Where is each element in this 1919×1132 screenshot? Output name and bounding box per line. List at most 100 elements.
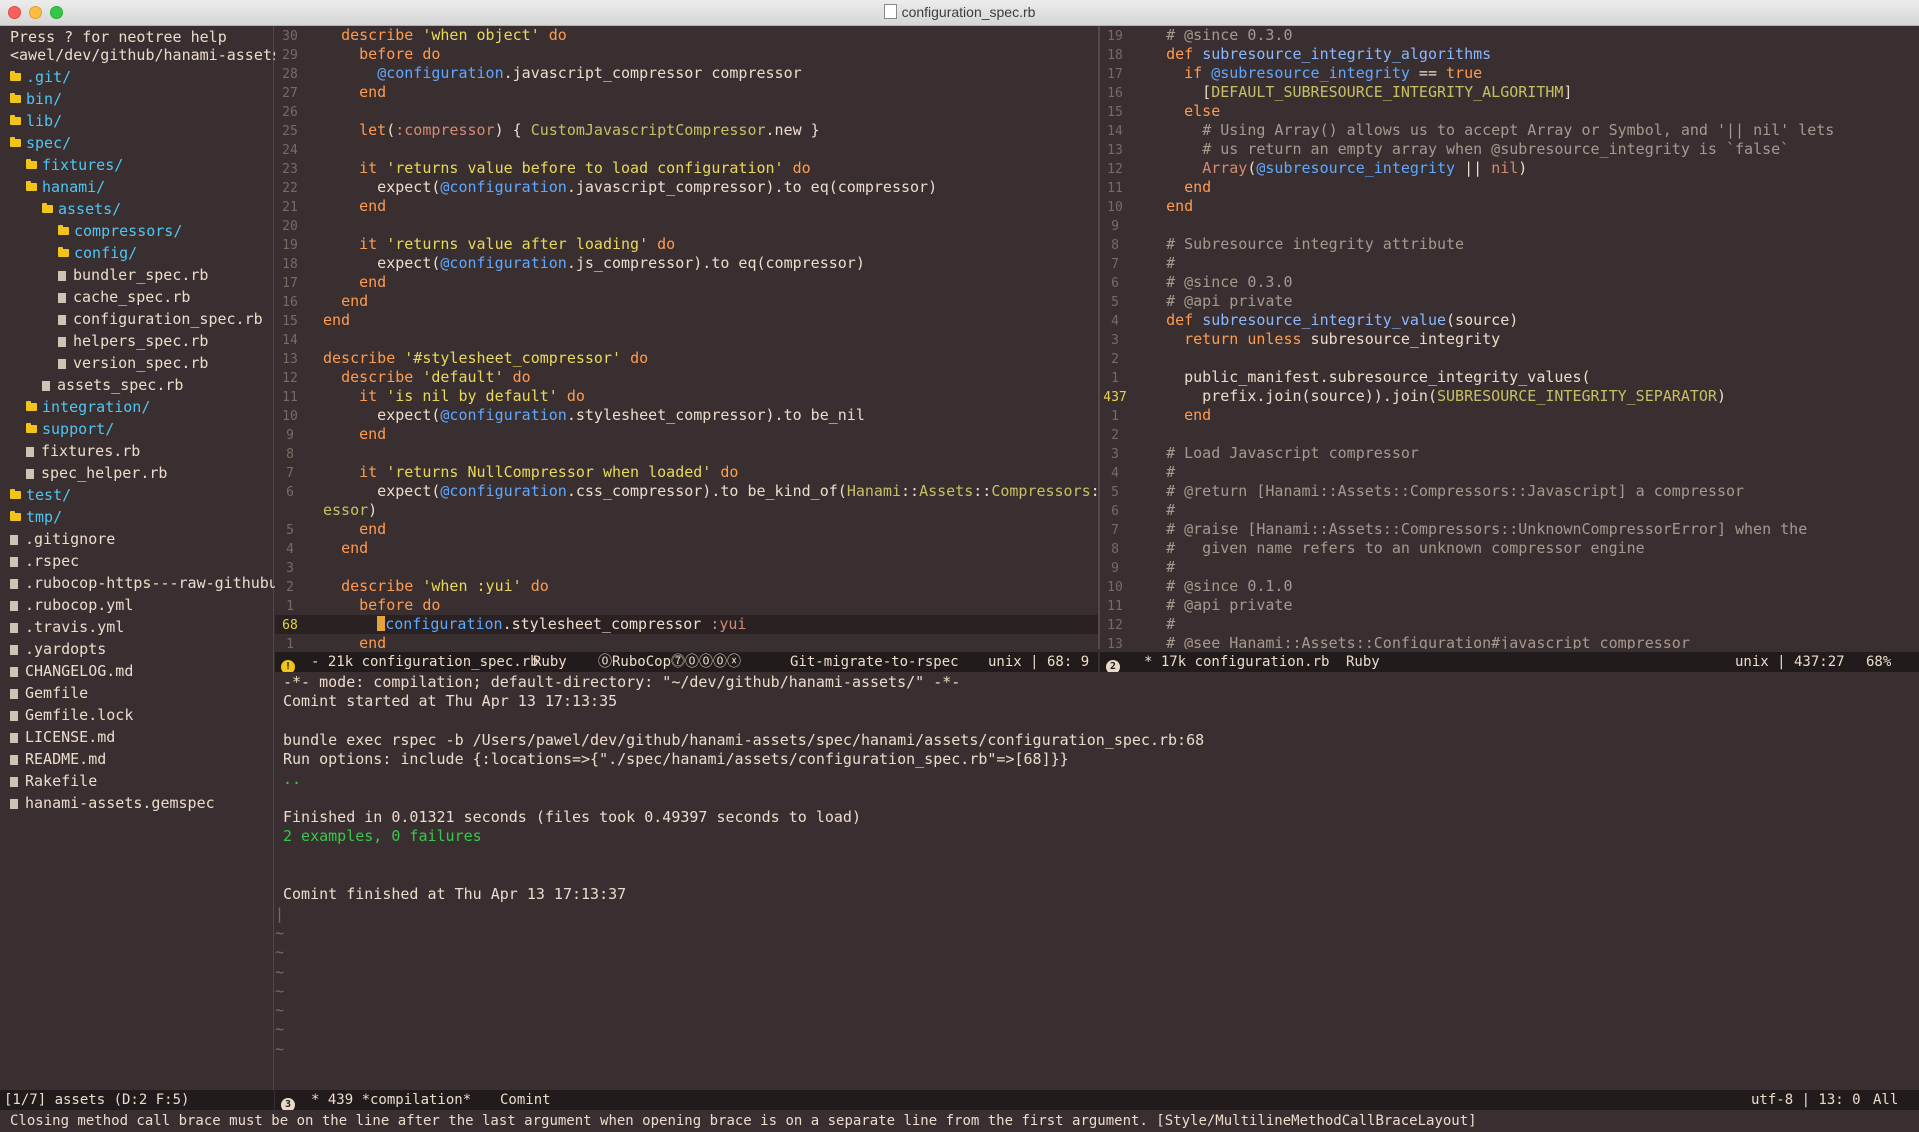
right-buffer-name[interactable]: * 17k configuration.rb	[1144, 652, 1329, 672]
code-line[interactable]: 13 describe '#stylesheet_compressor' do	[275, 349, 1098, 368]
tree-folder[interactable]: tmp/	[10, 506, 62, 528]
code-line[interactable]: 3 return unless subresource_integrity	[1100, 330, 1919, 349]
code-line[interactable]: 8	[275, 444, 1098, 463]
code-line[interactable]: 12 #	[1100, 615, 1919, 634]
code-line[interactable]: 11 it 'is nil by default' do	[275, 387, 1098, 406]
tree-folder[interactable]: test/	[10, 484, 71, 506]
code-line[interactable]: 28 @configuration.javascript_compressor …	[275, 64, 1098, 83]
code-line[interactable]: 1 public_manifest.subresource_integrity_…	[1100, 368, 1919, 387]
compilation-buffer[interactable]: -*- mode: compilation; default-directory…	[275, 673, 1919, 1090]
tree-file[interactable]: helpers_spec.rb	[58, 330, 208, 352]
code-line[interactable]: 9	[1100, 216, 1919, 235]
git-branch[interactable]: Git-migrate-to-rspec	[790, 652, 959, 672]
code-line[interactable]: 15 else	[1100, 102, 1919, 121]
code-line[interactable]: 16 [DEFAULT_SUBRESOURCE_INTEGRITY_ALGORI…	[1100, 83, 1919, 102]
code-line[interactable]: 68 configuration.stylesheet_compressor :…	[275, 615, 1098, 634]
tree-file[interactable]: .travis.yml	[10, 616, 124, 638]
code-line[interactable]: 27 end	[275, 83, 1098, 102]
tree-file[interactable]: .rubocop-https---raw-githubuse>	[10, 572, 305, 594]
tree-folder[interactable]: bin/	[10, 88, 62, 110]
left-buffer-name[interactable]: - 21k configuration_spec.rb	[311, 652, 539, 672]
tree-file[interactable]: README.md	[10, 748, 106, 770]
code-line[interactable]: 6 # @since 0.3.0	[1100, 273, 1919, 292]
code-line[interactable]: 4 end	[275, 539, 1098, 558]
code-line[interactable]: 17 if @subresource_integrity == true	[1100, 64, 1919, 83]
code-line[interactable]: 3 # Load Javascript compressor	[1100, 444, 1919, 463]
code-line[interactable]: 26	[275, 102, 1098, 121]
code-line[interactable]: 11 end	[1100, 178, 1919, 197]
tree-folder[interactable]: lib/	[10, 110, 62, 132]
code-line[interactable]: 18 def subresource_integrity_algorithms	[1100, 45, 1919, 64]
tree-folder[interactable]: hanami/	[26, 176, 105, 198]
code-line[interactable]: 25 let(:compressor) { CustomJavascriptCo…	[275, 121, 1098, 140]
tree-folder[interactable]: support/	[26, 418, 114, 440]
code-line[interactable]: 15 end	[275, 311, 1098, 330]
code-line[interactable]: 12 Array(@subresource_integrity || nil)	[1100, 159, 1919, 178]
code-line[interactable]: 2 describe 'when :yui' do	[275, 577, 1098, 596]
tree-folder[interactable]: fixtures/	[26, 154, 123, 176]
code-line[interactable]: 19 # @since 0.3.0	[1100, 26, 1919, 45]
tree-file[interactable]: cache_spec.rb	[58, 286, 190, 308]
code-line[interactable]: 4 def subresource_integrity_value(source…	[1100, 311, 1919, 330]
code-line[interactable]: 3	[275, 558, 1098, 577]
tree-folder[interactable]: config/	[58, 242, 137, 264]
right-editor-pane[interactable]: 19 # @since 0.3.0 18 def subresource_inte…	[1100, 26, 1919, 649]
code-line[interactable]: 1 end	[1100, 406, 1919, 425]
left-major-mode[interactable]: Ruby	[533, 652, 567, 672]
code-line[interactable]: 1 end	[275, 634, 1098, 649]
tree-folder[interactable]: spec/	[10, 132, 71, 154]
tree-file[interactable]: Rakefile	[10, 770, 97, 792]
tree-file[interactable]: spec_helper.rb	[26, 462, 167, 484]
right-major-mode[interactable]: Ruby	[1346, 652, 1380, 672]
code-line[interactable]: 5 # @return [Hanami::Assets::Compressors…	[1100, 482, 1919, 501]
tree-file[interactable]: hanami-assets.gemspec	[10, 792, 215, 814]
tree-file[interactable]: CHANGELOG.md	[10, 660, 133, 682]
code-line[interactable]: 1 before do	[275, 596, 1098, 615]
tree-file[interactable]: fixtures.rb	[26, 440, 140, 462]
code-line[interactable]: 22 expect(@configuration.javascript_comp…	[275, 178, 1098, 197]
tree-file[interactable]: LICENSE.md	[10, 726, 115, 748]
code-line[interactable]: 6 #	[1100, 501, 1919, 520]
code-line[interactable]: 12 describe 'default' do	[275, 368, 1098, 387]
code-line[interactable]: 23 it 'returns value before to load conf…	[275, 159, 1098, 178]
compilation-buffer-name[interactable]: * 439 *compilation*	[311, 1090, 471, 1110]
tree-file[interactable]: Gemfile	[10, 682, 88, 704]
code-line[interactable]: 2	[1100, 425, 1919, 444]
code-line[interactable]: 13 # @see Hanami::Assets::Configuration#…	[1100, 634, 1919, 649]
code-line[interactable]: 7 #	[1100, 254, 1919, 273]
tree-file[interactable]: .yardopts	[10, 638, 106, 660]
code-line[interactable]: 13 # us return an empty array when @subr…	[1100, 140, 1919, 159]
code-line[interactable]: 7 # @raise [Hanami::Assets::Compressors:…	[1100, 520, 1919, 539]
code-line[interactable]: 21 end	[275, 197, 1098, 216]
tree-folder[interactable]: .git/	[10, 66, 71, 88]
tree-file[interactable]: configuration_spec.rb	[58, 308, 263, 330]
code-line[interactable]: 17 end	[275, 273, 1098, 292]
rubocop-status[interactable]: ⓪RuboCop⓻⓪⓪⓪ⓧ	[598, 652, 741, 672]
code-line[interactable]: 2	[1100, 349, 1919, 368]
neotree-path[interactable]: <awel/dev/github/hanami-assets/	[10, 44, 290, 66]
code-line[interactable]: 30 describe 'when object' do	[275, 26, 1098, 45]
code-line[interactable]: 9 end	[275, 425, 1098, 444]
code-line[interactable]: 18 expect(@configuration.js_compressor).…	[275, 254, 1098, 273]
tree-file[interactable]: bundler_spec.rb	[58, 264, 208, 286]
code-line[interactable]: 9 #	[1100, 558, 1919, 577]
code-line[interactable]: 10 expect(@configuration.stylesheet_comp…	[275, 406, 1098, 425]
code-line[interactable]: essor)	[275, 501, 1098, 520]
code-line[interactable]: 5 # @api private	[1100, 292, 1919, 311]
code-line[interactable]: 16 end	[275, 292, 1098, 311]
code-line[interactable]: 6 expect(@configuration.css_compressor).…	[275, 482, 1098, 501]
code-line[interactable]: 29 before do	[275, 45, 1098, 64]
code-line[interactable]: 19 it 'returns value after loading' do	[275, 235, 1098, 254]
tree-file[interactable]: version_spec.rb	[58, 352, 208, 374]
code-line[interactable]: 5 end	[275, 520, 1098, 539]
code-line[interactable]: 20	[275, 216, 1098, 235]
tree-folder[interactable]: assets/	[42, 198, 121, 220]
code-line[interactable]: 11 # @api private	[1100, 596, 1919, 615]
code-line[interactable]: 7 it 'returns NullCompressor when loaded…	[275, 463, 1098, 482]
tree-file[interactable]: assets_spec.rb	[42, 374, 183, 396]
code-line[interactable]: 4 #	[1100, 463, 1919, 482]
code-line[interactable]: 10 # @since 0.1.0	[1100, 577, 1919, 596]
code-line[interactable]: 8 # Subresource integrity attribute	[1100, 235, 1919, 254]
compilation-major-mode[interactable]: Comint	[500, 1090, 551, 1110]
tree-file[interactable]: Gemfile.lock	[10, 704, 133, 726]
